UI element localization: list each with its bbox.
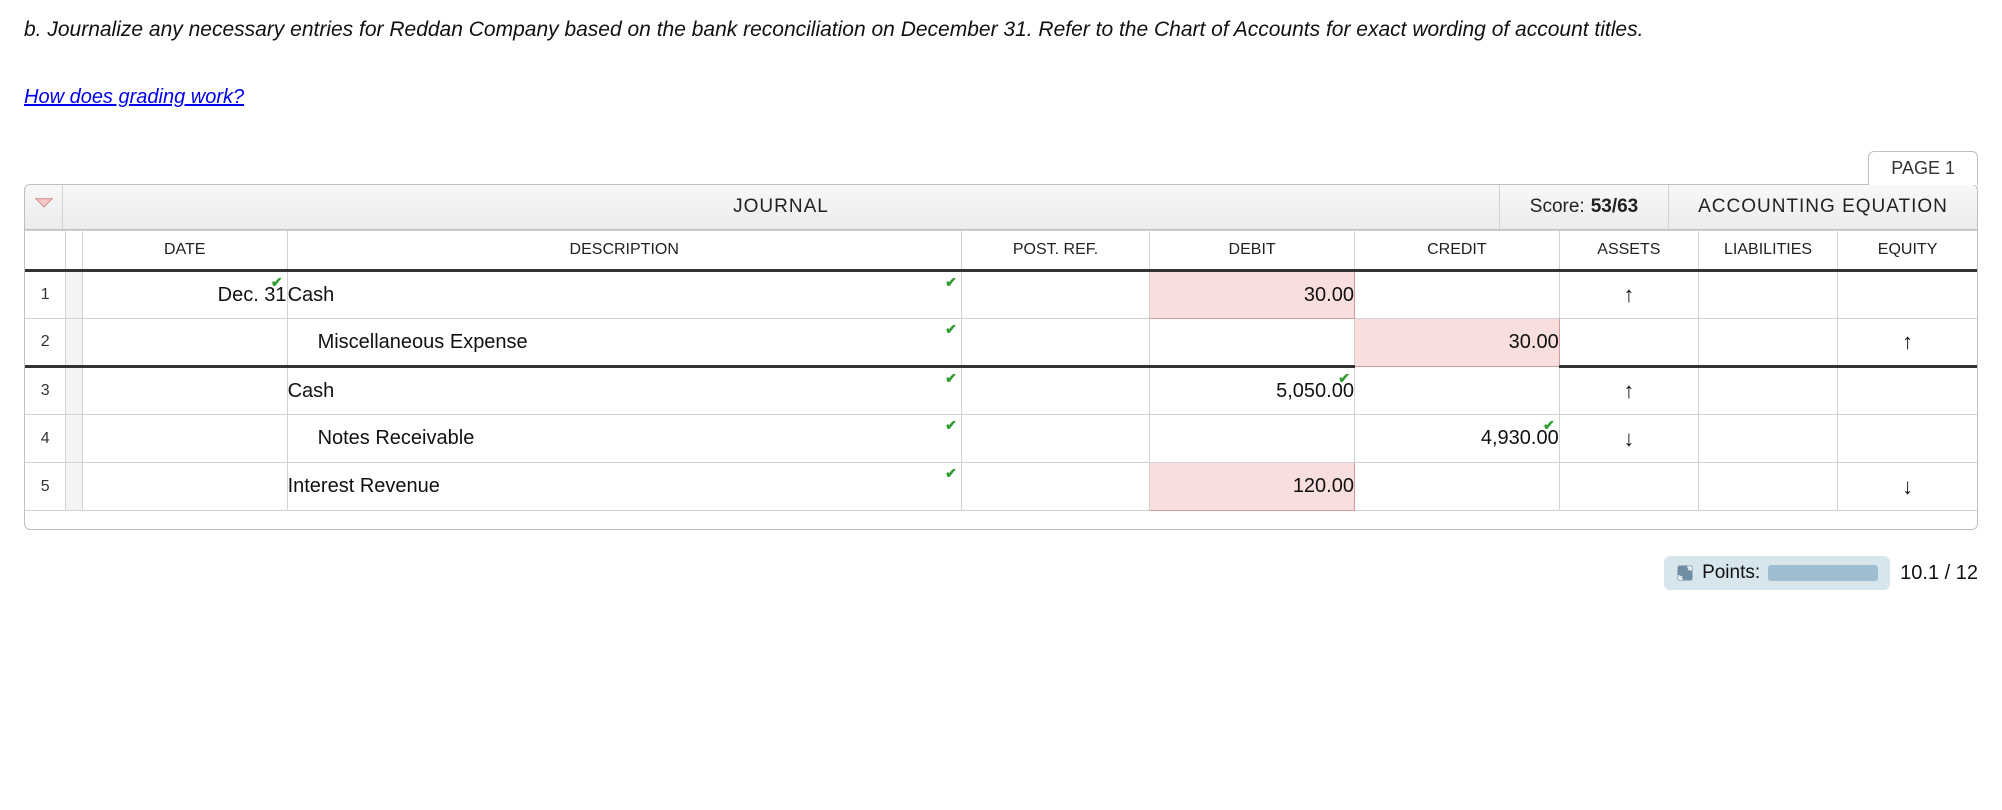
assets-cell[interactable]: ↑ — [1559, 367, 1698, 415]
points-value: 10.1 / 12 — [1900, 562, 1978, 585]
debit-cell[interactable]: 120.00 — [1150, 463, 1355, 511]
check-icon — [945, 417, 957, 434]
page-tab[interactable]: PAGE 1 — [1868, 151, 1978, 185]
equity-cell[interactable] — [1838, 415, 1977, 463]
row-gutter — [66, 463, 82, 511]
postref-cell[interactable] — [961, 367, 1149, 415]
row-number: 5 — [25, 463, 66, 511]
col-header-date: DATE — [82, 231, 287, 271]
journal-header-bar: JOURNAL Score: 53/63 ACCOUNTING EQUATION — [24, 184, 1978, 230]
col-header-rownum — [25, 231, 66, 271]
points-pill[interactable]: Points: — [1664, 556, 1890, 590]
check-icon — [945, 274, 957, 291]
table-row: 3 Cash 5,050.00 ↑ — [25, 367, 1977, 415]
points-footer: Points: 10.1 / 12 — [24, 556, 1978, 590]
expand-icon — [1676, 564, 1694, 582]
check-icon — [945, 465, 957, 482]
row-number: 1 — [25, 271, 66, 319]
row-gutter — [66, 415, 82, 463]
col-header-debit: DEBIT — [1150, 231, 1355, 271]
debit-cell[interactable]: 5,050.00 — [1150, 367, 1355, 415]
journal-table: DATE DESCRIPTION POST. REF. DEBIT CREDIT… — [25, 230, 1977, 511]
col-header-gutter — [66, 231, 82, 271]
postref-cell[interactable] — [961, 271, 1149, 319]
equity-cell[interactable]: ↓ — [1838, 463, 1977, 511]
col-header-description: DESCRIPTION — [287, 231, 961, 271]
credit-cell[interactable] — [1354, 463, 1559, 511]
postref-cell[interactable] — [961, 463, 1149, 511]
check-icon — [945, 370, 957, 387]
credit-cell[interactable]: 30.00 — [1354, 319, 1559, 367]
postref-cell[interactable] — [961, 319, 1149, 367]
assets-cell[interactable] — [1559, 463, 1698, 511]
score-label: Score: — [1530, 196, 1585, 218]
row-number: 2 — [25, 319, 66, 367]
check-icon — [1338, 370, 1350, 387]
grading-help-link[interactable]: How does grading work? — [24, 86, 244, 109]
description-cell[interactable]: Notes Receivable — [287, 415, 961, 463]
check-icon — [271, 274, 283, 291]
check-icon — [945, 321, 957, 338]
equity-cell[interactable]: ↑ — [1838, 319, 1977, 367]
assets-cell[interactable]: ↑ — [1559, 271, 1698, 319]
description-cell[interactable]: Miscellaneous Expense — [287, 319, 961, 367]
liabilities-cell[interactable] — [1698, 415, 1837, 463]
date-cell[interactable]: Dec. 31 — [82, 271, 287, 319]
check-icon — [1543, 417, 1555, 434]
date-cell[interactable] — [82, 319, 287, 367]
row-number: 3 — [25, 367, 66, 415]
postref-cell[interactable] — [961, 415, 1149, 463]
credit-cell[interactable] — [1354, 271, 1559, 319]
question-prompt: b. Journalize any necessary entries for … — [24, 18, 1978, 42]
debit-cell[interactable] — [1150, 415, 1355, 463]
credit-cell[interactable]: 4,930.00 — [1354, 415, 1559, 463]
equity-cell[interactable] — [1838, 271, 1977, 319]
score-display: Score: 53/63 — [1499, 185, 1669, 229]
col-header-postref: POST. REF. — [961, 231, 1149, 271]
row-gutter — [66, 319, 82, 367]
points-label: Points: — [1702, 562, 1760, 584]
liabilities-cell[interactable] — [1698, 463, 1837, 511]
description-cell[interactable]: Cash — [287, 271, 961, 319]
table-row: 1 Dec. 31Cash 30.00 ↑ — [25, 271, 1977, 319]
equity-cell[interactable] — [1838, 367, 1977, 415]
debit-cell[interactable] — [1150, 319, 1355, 367]
col-header-credit: CREDIT — [1354, 231, 1559, 271]
flag-toggle[interactable] — [25, 185, 63, 229]
accounting-equation-title: ACCOUNTING EQUATION — [1669, 185, 1977, 229]
liabilities-cell[interactable] — [1698, 271, 1837, 319]
flag-icon — [33, 196, 55, 218]
column-header-row: DATE DESCRIPTION POST. REF. DEBIT CREDIT… — [25, 231, 1977, 271]
liabilities-cell[interactable] — [1698, 319, 1837, 367]
date-cell[interactable] — [82, 463, 287, 511]
points-bar — [1768, 565, 1878, 581]
row-number: 4 — [25, 415, 66, 463]
description-cell[interactable]: Interest Revenue — [287, 463, 961, 511]
table-row: 4 Notes Receivable 4,930.00↓ — [25, 415, 1977, 463]
description-cell[interactable]: Cash — [287, 367, 961, 415]
assets-cell[interactable]: ↓ — [1559, 415, 1698, 463]
date-cell[interactable] — [82, 415, 287, 463]
assets-cell[interactable] — [1559, 319, 1698, 367]
table-row: 2 Miscellaneous Expense 30.00 ↑ — [25, 319, 1977, 367]
credit-cell[interactable] — [1354, 367, 1559, 415]
row-gutter — [66, 367, 82, 415]
row-gutter — [66, 271, 82, 319]
col-header-equity: EQUITY — [1838, 231, 1977, 271]
score-value: 53/63 — [1591, 196, 1639, 218]
debit-cell[interactable]: 30.00 — [1150, 271, 1355, 319]
table-row: 5 Interest Revenue 120.00 ↓ — [25, 463, 1977, 511]
col-header-assets: ASSETS — [1559, 231, 1698, 271]
journal-title: JOURNAL — [63, 185, 1499, 229]
liabilities-cell[interactable] — [1698, 367, 1837, 415]
col-header-liabilities: LIABILITIES — [1698, 231, 1837, 271]
journal-body: DATE DESCRIPTION POST. REF. DEBIT CREDIT… — [24, 230, 1978, 530]
date-cell[interactable] — [82, 367, 287, 415]
